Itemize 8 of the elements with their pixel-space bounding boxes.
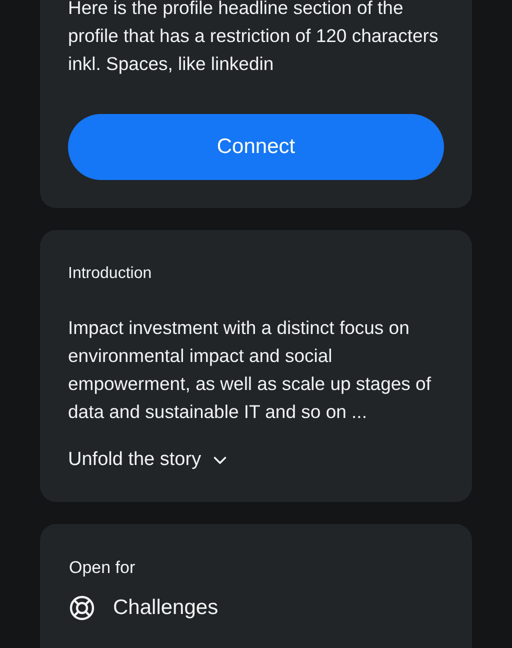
lifebuoy-icon <box>69 595 95 621</box>
introduction-title: Introduction <box>68 264 153 284</box>
introduction-text: Impact investment with a distinct focus on environmental impact and social empowerment, as well as scale up stages of data and sustainable IT and so on ... <box>68 316 432 424</box>
open-for-title: Open for <box>69 558 136 578</box>
unfold-story-link[interactable]: Unfold the story <box>68 446 230 474</box>
connect-button[interactable]: Connect <box>68 114 444 180</box>
profile-headline: Here is the profile headline section of the profile that has a restriction of 120 characters inkl. Spaces, like linkedin <box>68 0 440 76</box>
challenges-label: Challenges <box>113 595 218 621</box>
